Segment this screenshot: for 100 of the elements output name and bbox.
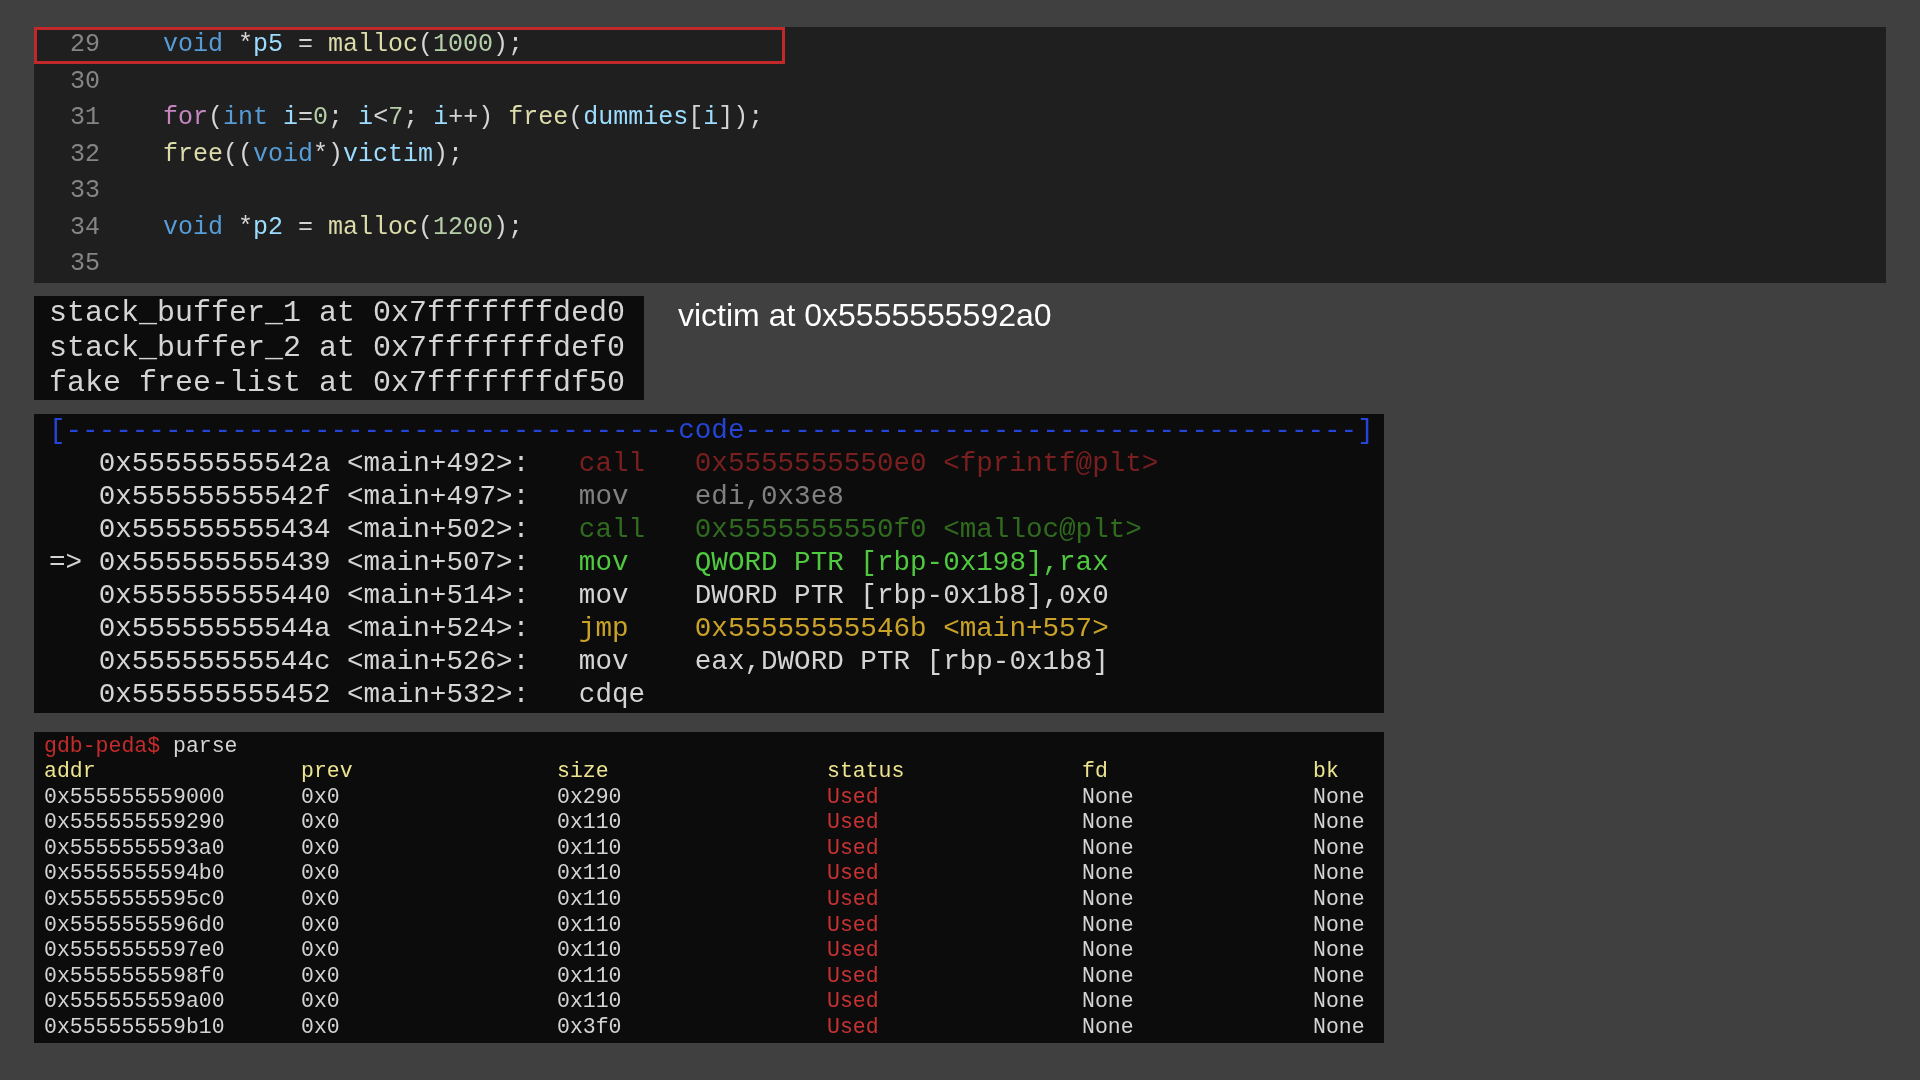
line-number: 31 — [70, 103, 100, 134]
table-cell: None — [1082, 1015, 1134, 1041]
instruction-mnemonic: mov — [578, 644, 629, 678]
table-cell: 0x5555555595c0 — [44, 887, 225, 913]
table-cell: 0x0 — [301, 887, 340, 913]
table-cell: 0x110 — [557, 861, 622, 888]
instruction-mnemonic: mov — [578, 545, 629, 579]
instruction-address: 0x55555555544a — [98, 611, 331, 645]
section-header: [-------------------------------------code-------------------------------------] — [49, 413, 1374, 447]
table-cell: None — [1313, 963, 1365, 990]
instruction-mnemonic: mov — [578, 479, 629, 513]
table-cell: 0x0 — [301, 963, 340, 990]
table-cell: Used — [827, 912, 879, 939]
table-cell: None — [1082, 810, 1134, 836]
table-cell: None — [1082, 784, 1134, 811]
table-cell: Used — [827, 887, 879, 913]
instruction-mnemonic: call — [578, 446, 646, 480]
table-cell: None — [1313, 989, 1365, 1016]
table-cell: Used — [827, 989, 879, 1016]
table-cell: None — [1313, 938, 1365, 964]
table-cell: 0x110 — [557, 887, 622, 913]
table-cell: Used — [827, 938, 879, 964]
line-number: 33 — [70, 176, 100, 207]
table-cell: 0x5555555594b0 — [44, 861, 225, 888]
table-cell: None — [1082, 912, 1134, 939]
code-line: void *p2 = malloc(1200); — [163, 212, 524, 243]
instruction-symbol: <main+514>: — [347, 578, 530, 612]
current-instruction-marker: => — [49, 545, 83, 579]
table-cell: 0x110 — [557, 835, 622, 862]
column-header: status — [827, 759, 905, 785]
victim-address-note: victim at 0x5555555592a0 — [678, 295, 1052, 334]
column-header: prev — [301, 759, 353, 785]
table-cell: None — [1313, 835, 1365, 862]
table-cell: 0x110 — [557, 938, 622, 964]
column-header: bk — [1313, 759, 1339, 785]
command-text: parse — [173, 733, 238, 760]
instruction-operands: QWORD PTR [rbp-0x198],rax — [694, 545, 1109, 579]
instruction-operands: 0x5555555550e0 <fprintf@plt> — [694, 446, 1159, 480]
instruction-address: 0x555555555434 — [98, 512, 331, 546]
instruction-symbol: <main+502>: — [347, 512, 530, 546]
table-cell: Used — [827, 861, 879, 888]
column-header: addr — [44, 759, 96, 785]
instruction-address: 0x555555555439 — [98, 545, 331, 579]
code-line: void *p5 = malloc(1000); — [163, 30, 524, 61]
instruction-operands: DWORD PTR [rbp-0x1b8],0x0 — [694, 578, 1109, 612]
instruction-symbol: <main+524>: — [347, 611, 530, 645]
instruction-operands: 0x5555555550f0 <malloc@plt> — [694, 512, 1142, 546]
line-number: 34 — [70, 212, 100, 243]
instruction-mnemonic: jmp — [578, 611, 629, 645]
table-cell: Used — [827, 784, 879, 811]
instruction-address: 0x55555555542f — [98, 479, 331, 513]
column-header: size — [557, 759, 609, 785]
instruction-operands: eax,DWORD PTR [rbp-0x1b8] — [694, 644, 1109, 678]
instruction-symbol: <main+507>: — [347, 545, 530, 579]
instruction-operands: 0x55555555546b <main+557> — [694, 611, 1109, 645]
table-cell: None — [1313, 912, 1365, 939]
table-cell: None — [1082, 835, 1134, 862]
line-number: 29 — [70, 30, 100, 61]
table-cell: None — [1313, 887, 1365, 913]
line-number: 30 — [70, 66, 100, 97]
table-cell: None — [1313, 810, 1365, 836]
table-cell: 0x5555555597e0 — [44, 938, 225, 964]
instruction-address: 0x55555555544c — [98, 644, 331, 678]
table-cell: 0x0 — [301, 1015, 340, 1041]
table-cell: Used — [827, 810, 879, 836]
instruction-address: 0x555555555452 — [98, 677, 331, 711]
table-cell: 0x0 — [301, 810, 340, 836]
instruction-mnemonic: mov — [578, 578, 629, 612]
instruction-address: 0x555555555440 — [98, 578, 331, 612]
table-cell: 0x0 — [301, 938, 340, 964]
table-cell: None — [1313, 1015, 1365, 1041]
instruction-mnemonic: call — [578, 512, 646, 546]
table-cell: 0x110 — [557, 989, 622, 1016]
instruction-symbol: <main+492>: — [347, 446, 530, 480]
table-cell: 0x110 — [557, 963, 622, 990]
table-cell: 0x110 — [557, 912, 622, 939]
table-cell: 0x0 — [301, 861, 340, 888]
table-cell: 0x0 — [301, 912, 340, 939]
table-cell: 0x555555559a00 — [44, 989, 225, 1016]
line-number: 32 — [70, 139, 100, 170]
table-cell: None — [1082, 861, 1134, 888]
instruction-symbol: <main+532>: — [347, 677, 530, 711]
table-cell: None — [1082, 887, 1134, 913]
instruction-symbol: <main+497>: — [347, 479, 530, 513]
table-cell: None — [1082, 938, 1134, 964]
table-cell: 0x3f0 — [557, 1015, 622, 1041]
table-cell: Used — [827, 1015, 879, 1041]
table-cell: None — [1082, 963, 1134, 990]
output-line: stack_buffer_2 at 0x7fffffffdef0 — [49, 330, 626, 366]
table-cell: 0x0 — [301, 989, 340, 1016]
table-cell: 0x555555559b10 — [44, 1015, 225, 1041]
line-number: 35 — [70, 249, 100, 280]
table-cell: None — [1313, 861, 1365, 888]
table-cell: None — [1082, 989, 1134, 1016]
table-cell: 0x5555555598f0 — [44, 963, 225, 990]
output-line: fake free-list at 0x7fffffffdf50 — [49, 365, 626, 401]
code-line: for(int i=0; i<7; i++) free(dummies[i]); — [163, 103, 764, 134]
table-cell: 0x555555559000 — [44, 784, 225, 811]
instruction-operands: edi,0x3e8 — [694, 479, 844, 513]
table-cell: 0x5555555593a0 — [44, 835, 225, 862]
